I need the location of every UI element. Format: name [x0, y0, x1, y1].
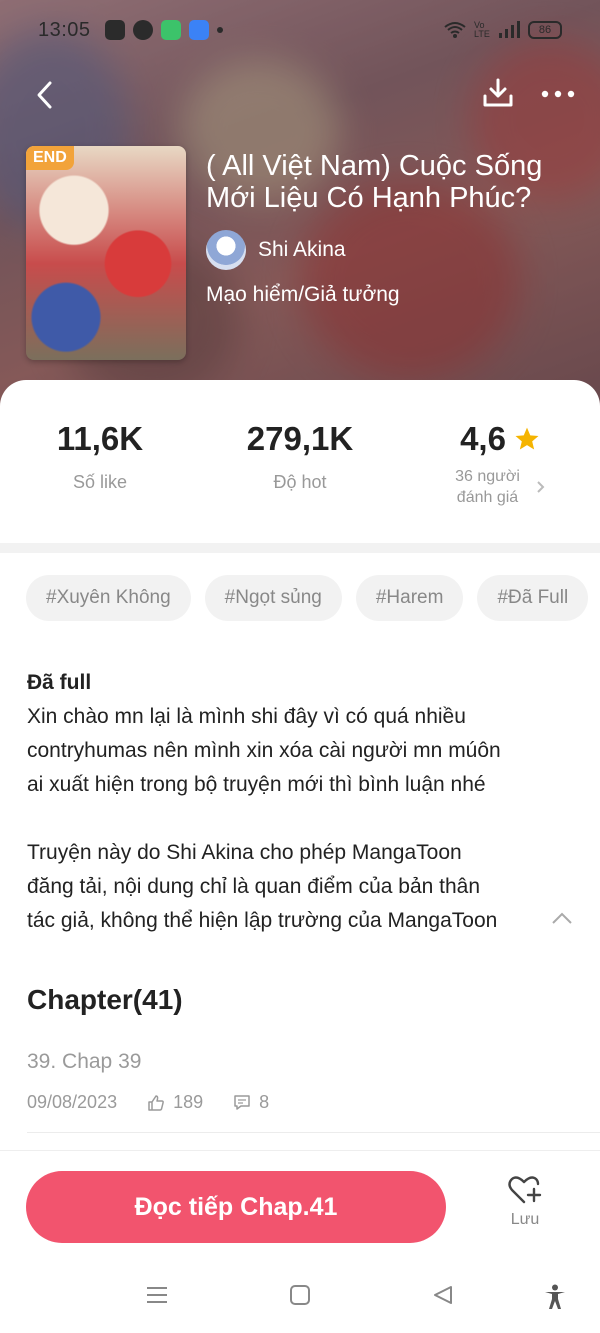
author-avatar [206, 230, 246, 270]
menu-nav-button[interactable] [146, 1284, 168, 1311]
rating-count-line2: đánh giá [456, 489, 519, 506]
home-square-icon [290, 1285, 310, 1305]
app-icon [104, 20, 125, 40]
disclaimer-line: Truyện này do Shi Akina cho phép MangaTo… [27, 841, 462, 864]
stat-likes: 11,6K Số like [0, 420, 200, 540]
signal-icon [499, 21, 520, 38]
author-name: Shi Akina [258, 238, 346, 261]
download-button[interactable] [482, 77, 514, 114]
more-button[interactable] [540, 86, 576, 104]
disclaimer-line: đăng tải, nội dung chỉ là quan điểm của … [27, 875, 481, 898]
chevron-up-icon [552, 912, 572, 924]
chapter-comments: 8 [259, 1092, 270, 1112]
tag-list: #Xuyên Không #Ngọt sủng #Harem #Đã Full [26, 575, 589, 621]
book-header: 13:05 Vo LTE 86 END ( All Việt Nam) Cuộc… [0, 0, 600, 420]
stats-row: 11,6K Số like 279,1K Độ hot 4,6 36 người… [0, 420, 600, 540]
genre-label: Mạo hiểm/Giả tưởng [206, 283, 400, 306]
chapter-divider [27, 1132, 600, 1133]
hot-value: 279,1K [246, 420, 354, 457]
tag-chip[interactable]: #Đã Full [477, 575, 589, 621]
back-nav-button[interactable] [432, 1284, 454, 1311]
save-button[interactable]: Lưu [495, 1175, 555, 1229]
book-cover[interactable]: END [26, 146, 186, 360]
heart-plus-icon [508, 1176, 542, 1204]
latest-chapter-name[interactable]: 39. Chap 39 [27, 1050, 141, 1074]
accessibility-icon [545, 1284, 565, 1309]
thumbs-up-icon [148, 1094, 164, 1111]
description-heading: Đã full [27, 671, 92, 694]
stat-rating[interactable]: 4,6 36 người đánh giá [400, 420, 600, 540]
chapter-section-title[interactable]: Chapter(41) [27, 984, 183, 1016]
latest-chapter-meta: 09/08/2023 189 8 [27, 1092, 269, 1113]
dot-icon [216, 27, 223, 33]
description-line: contryhumas nên mình xin xóa cài người m… [27, 739, 501, 762]
back-button[interactable] [24, 75, 64, 115]
likes-label: Số like [72, 472, 128, 492]
bottom-action-bar: Đọc tiếp Chap.41 Lưu [0, 1150, 600, 1260]
likes-value: 11,6K [56, 420, 144, 457]
star-icon [515, 427, 539, 450]
chevron-right-icon [537, 481, 545, 493]
top-navigation [0, 70, 600, 120]
description: Đã full Xin chào mn lại là mình shi đây … [27, 666, 572, 938]
accessibility-button[interactable] [543, 1284, 567, 1315]
rating-count-line1: 36 người [455, 468, 520, 485]
phone-app-icon [160, 20, 181, 40]
menu-icon [147, 1287, 167, 1303]
comment-icon [234, 1094, 250, 1110]
chapter-date: 09/08/2023 [27, 1092, 118, 1112]
download-icon [483, 78, 513, 106]
description-line: Xin chào mn lại là mình shi đây vì có qu… [27, 705, 466, 728]
tag-chip[interactable]: #Ngọt sủng [204, 575, 342, 621]
description-line: ai xuất hiện trong bộ truyện mới thì bìn… [27, 773, 486, 796]
tag-chip[interactable]: #Harem [355, 575, 464, 621]
hot-label: Độ hot [273, 472, 327, 492]
section-divider [0, 543, 600, 553]
save-label: Lưu [510, 1211, 540, 1228]
messenger-icon [132, 20, 153, 40]
status-time: 13:05 [38, 18, 91, 41]
back-icon [37, 81, 52, 109]
wifi-icon [444, 22, 466, 38]
rating-value: 4,6 [460, 420, 506, 457]
tag-chip[interactable]: #Xuyên Không [26, 575, 191, 621]
browser-icon [188, 20, 209, 40]
book-title: ( All Việt Nam) Cuộc Sống Mới Liệu Có Hạ… [206, 150, 543, 214]
disclaimer-line: tác giả, không thể hiện lập trường của M… [27, 909, 498, 932]
stat-hot: 279,1K Độ hot [200, 420, 400, 540]
continue-reading-button[interactable]: Đọc tiếp Chap.41 [26, 1171, 446, 1243]
more-icon [541, 90, 575, 98]
chapter-likes: 189 [173, 1092, 204, 1112]
collapse-button[interactable] [551, 902, 573, 936]
status-bar: 13:05 Vo LTE 86 [0, 0, 600, 60]
system-navigation-bar [0, 1262, 600, 1333]
author-link[interactable]: Shi Akina [206, 230, 346, 270]
battery-icon: 86 [528, 21, 562, 39]
back-triangle-icon [434, 1286, 452, 1304]
network-label: Vo LTE [474, 20, 490, 39]
end-badge: END [26, 146, 74, 170]
home-nav-button[interactable] [289, 1284, 311, 1311]
